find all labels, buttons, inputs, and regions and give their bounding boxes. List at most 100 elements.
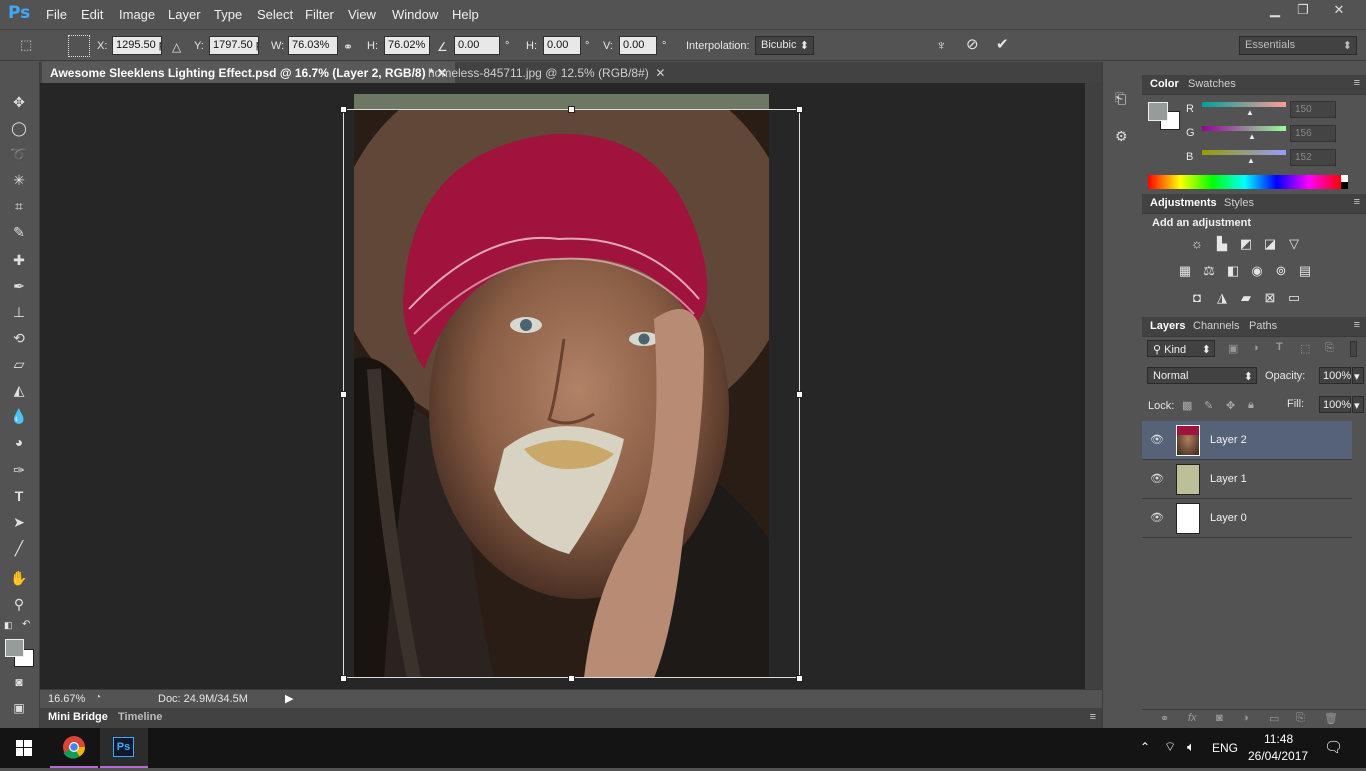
link-layers-icon[interactable]: ⚭ — [1160, 712, 1169, 725]
tab-adjustments[interactable]: Adjustments — [1150, 197, 1217, 209]
add-mask-icon[interactable]: ◙ — [1216, 712, 1223, 724]
tab-paths[interactable]: Paths — [1249, 320, 1277, 332]
network-icon[interactable]: ⌔ — [1164, 739, 1176, 755]
elliptical-marquee-icon[interactable]: ◯ — [7, 117, 31, 139]
healing-brush-icon[interactable]: ✚ — [7, 249, 31, 271]
lock-position-icon[interactable]: ✥ — [1226, 399, 1235, 412]
type-tool-icon[interactable]: T — [7, 485, 31, 507]
gradient-map-icon[interactable]: ▭ — [1285, 290, 1303, 306]
blend-mode-select[interactable]: Normal ⬍ — [1147, 367, 1257, 384]
filter-shape-icon[interactable]: ⬚ — [1300, 342, 1310, 355]
menu-help[interactable]: Help — [452, 7, 479, 22]
tab-layers[interactable]: Layers — [1150, 320, 1185, 332]
color-fg-swatch[interactable] — [1148, 102, 1168, 121]
commit-transform-icon[interactable]: ✔ — [996, 35, 1009, 53]
layer-name[interactable]: Layer 0 — [1210, 512, 1247, 524]
panel-menu-icon[interactable]: ≡ — [1354, 196, 1360, 208]
selective-color-icon[interactable]: ⊠ — [1261, 290, 1279, 306]
vibrance-icon[interactable]: ▽ — [1285, 236, 1303, 252]
vertical-scrollbar[interactable] — [1085, 83, 1102, 689]
opacity-field[interactable]: 100% — [1319, 367, 1351, 384]
properties-panel-icon[interactable]: ⚙ — [1115, 128, 1128, 145]
panel-menu-icon[interactable]: ≡ — [1354, 319, 1360, 331]
b-slider-thumb[interactable]: ▲ — [1247, 156, 1255, 165]
blur-icon[interactable]: 💧 — [7, 405, 31, 427]
g-slider-thumb[interactable]: ▲ — [1248, 132, 1256, 141]
new-group-icon[interactable]: ▭ — [1269, 712, 1279, 725]
delete-layer-icon[interactable]: 🗑︎ — [1324, 712, 1338, 725]
link-icon[interactable]: ⚭ — [343, 40, 353, 54]
color-lookup-icon[interactable]: ▤ — [1296, 263, 1314, 279]
r-value[interactable]: 150 — [1290, 101, 1336, 118]
b-slider[interactable] — [1202, 150, 1286, 155]
vskew-field[interactable]: 0.00 — [619, 36, 657, 55]
status-arrow-icon[interactable]: ▶ — [285, 692, 293, 705]
menu-type[interactable]: Type — [214, 7, 242, 22]
eyedropper-icon[interactable]: ✎ — [7, 221, 31, 243]
height-field[interactable]: 76.02% — [384, 36, 430, 55]
transform-handle-tr[interactable] — [796, 106, 803, 113]
menu-filter[interactable]: Filter — [305, 7, 334, 22]
cancel-transform-icon[interactable]: ⊘ — [966, 35, 979, 53]
filter-smart-object-icon[interactable]: ⎘ — [1325, 342, 1334, 355]
visibility-eye-icon[interactable]: 👁︎ — [1150, 472, 1164, 485]
notifications-icon[interactable]: 🗨︎ — [1324, 738, 1343, 756]
r-slider-thumb[interactable]: ▲ — [1246, 108, 1254, 117]
paint-bucket-icon[interactable]: ◭ — [7, 379, 31, 401]
clone-stamp-icon[interactable]: ⊥ — [7, 301, 31, 323]
filter-type-icon[interactable]: T — [1276, 341, 1283, 353]
menu-window[interactable]: Window — [392, 7, 438, 22]
color-balance-icon[interactable]: ⚖ — [1200, 263, 1218, 279]
taskbar-chrome[interactable] — [50, 728, 98, 768]
restore-button[interactable]: ❐ — [1286, 0, 1320, 22]
new-layer-icon[interactable]: ⎘ — [1296, 712, 1305, 725]
menu-layer[interactable]: Layer — [168, 7, 201, 22]
visibility-eye-icon[interactable]: 👁︎ — [1150, 511, 1164, 524]
levels-icon[interactable]: ▙ — [1213, 236, 1231, 252]
dodge-icon[interactable]: ◕ — [7, 431, 31, 453]
delta-icon[interactable]: △ — [172, 40, 181, 54]
layer-name[interactable]: Layer 1 — [1210, 473, 1247, 485]
ramp-white-swatch[interactable] — [1341, 175, 1348, 182]
b-value[interactable]: 152 — [1290, 149, 1336, 166]
width-field[interactable]: 76.03% — [288, 36, 338, 55]
transform-handle-t[interactable] — [568, 106, 575, 113]
transform-tool-icon[interactable]: ⬚ — [20, 37, 42, 55]
photo-filter-icon[interactable]: ◉ — [1248, 263, 1266, 279]
lock-all-icon[interactable]: 🔒︎ — [1248, 399, 1254, 412]
layer-name[interactable]: Layer 2 — [1210, 434, 1247, 446]
g-slider[interactable] — [1202, 126, 1286, 131]
black-white-icon[interactable]: ◧ — [1224, 263, 1242, 279]
tab-homeless-jpg[interactable]: homeless-845711.jpg @ 12.5% (RGB/8#) ✕ — [420, 62, 673, 83]
menu-file[interactable]: File — [46, 7, 67, 22]
interpolation-select[interactable]: Bicubic ⬍ — [755, 36, 814, 55]
show-hidden-icons[interactable]: ⌃ — [1140, 740, 1150, 754]
brightness-contrast-icon[interactable]: ☼ — [1188, 236, 1206, 252]
transform-handle-l[interactable] — [340, 391, 347, 398]
warp-icon[interactable]: ♆ — [936, 37, 947, 53]
tab-timeline[interactable]: Timeline — [118, 711, 162, 723]
hand-tool-icon[interactable]: ✋ — [7, 567, 31, 589]
screen-mode-icon[interactable]: ▣ — [7, 697, 31, 719]
panel-menu-icon[interactable]: ≡ — [1090, 711, 1096, 723]
move-tool-icon[interactable]: ✥ — [7, 91, 31, 113]
menu-edit[interactable]: Edit — [81, 7, 103, 22]
transform-handle-b[interactable] — [568, 675, 575, 682]
threshold-icon[interactable]: ▰ — [1237, 290, 1255, 306]
posterize-icon[interactable]: ◮ — [1213, 290, 1231, 306]
new-adjustment-icon[interactable]: ◑ — [1242, 712, 1249, 724]
taskbar-photoshop[interactable]: Ps — [100, 728, 148, 768]
layer-row-layer-0[interactable]: 👁︎ Layer 0 — [1142, 499, 1352, 538]
close-icon[interactable]: ✕ — [655, 66, 665, 80]
menu-select[interactable]: Select — [257, 7, 293, 22]
quick-mask-icon[interactable]: ◙ — [7, 671, 31, 693]
fx-icon[interactable]: fx — [1188, 712, 1197, 724]
transform-bounding-box[interactable] — [343, 109, 800, 678]
pen-icon[interactable]: ✑ — [7, 459, 31, 481]
workspace-select[interactable]: Essentials ⬍ — [1239, 36, 1357, 55]
filter-toggle[interactable] — [1350, 341, 1357, 357]
eraser-icon[interactable]: ▱ — [7, 353, 31, 375]
path-selection-icon[interactable]: ➤ — [7, 511, 31, 533]
foreground-color-swatch[interactable] — [5, 639, 24, 657]
fill-dropdown[interactable]: ▾ — [1352, 396, 1364, 413]
